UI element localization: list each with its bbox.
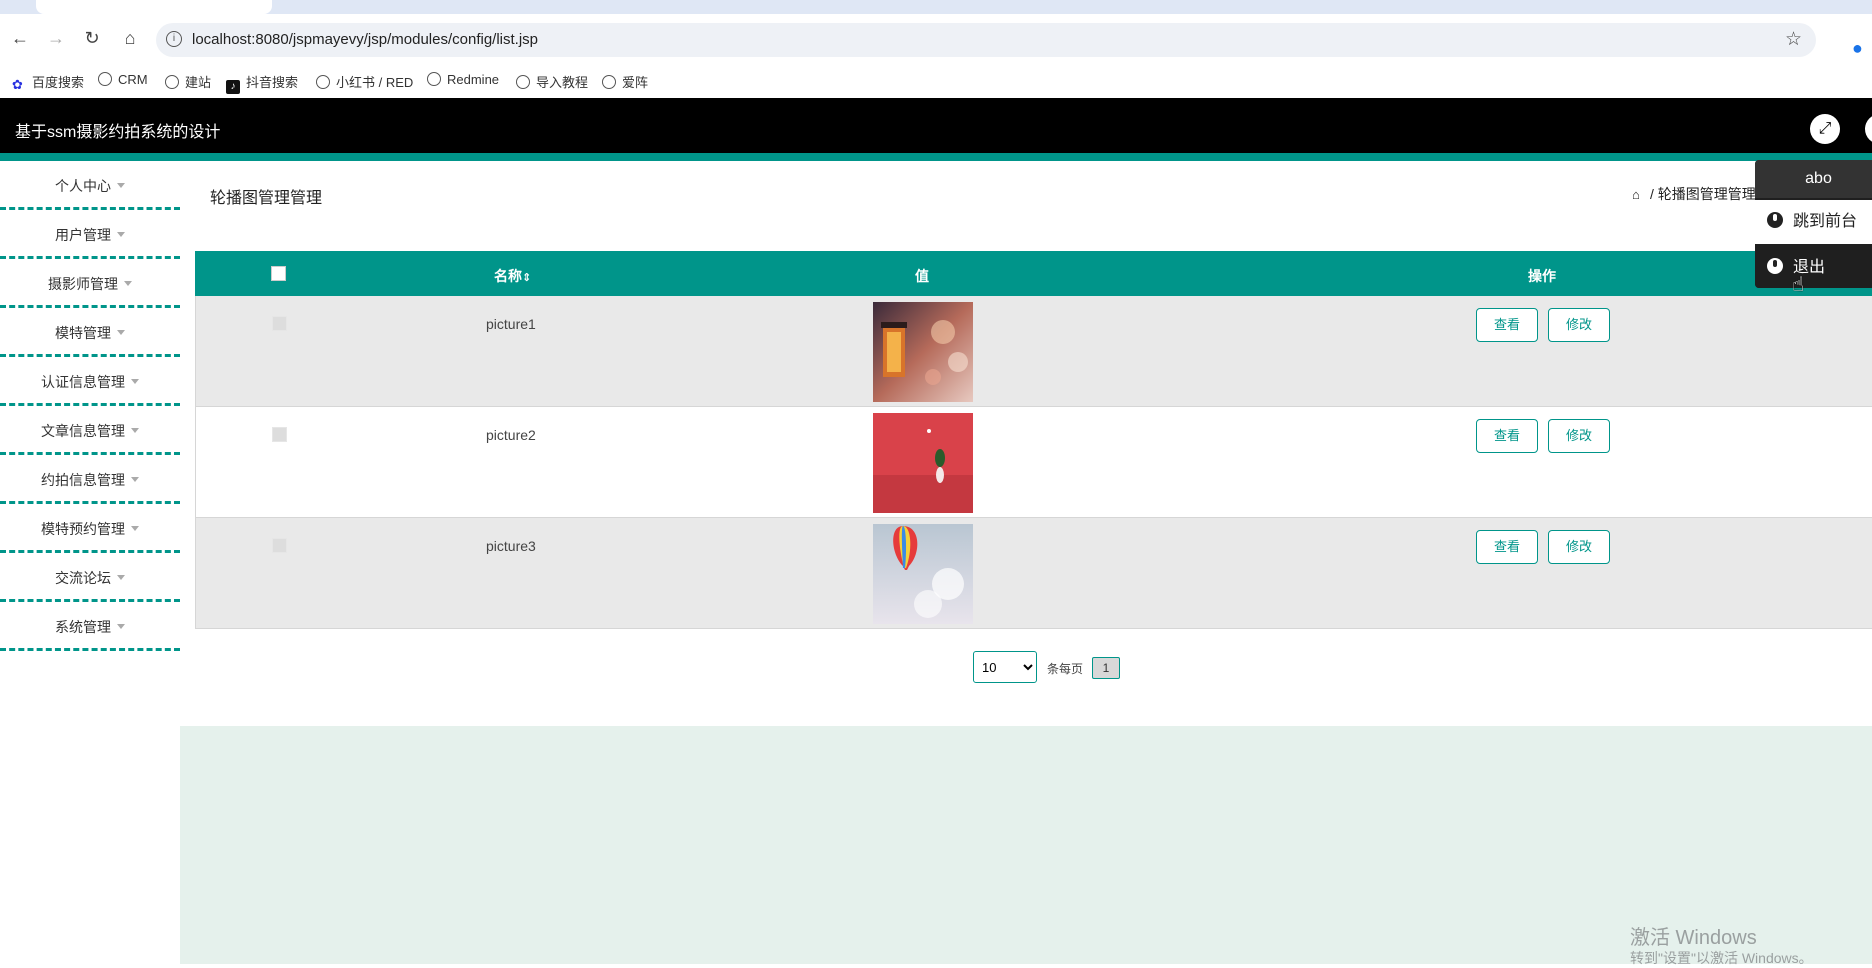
- caret-down-icon: [131, 477, 139, 482]
- bookmark-jianzhan[interactable]: 建站: [165, 72, 211, 91]
- sidebar-item-users[interactable]: 用户管理: [0, 210, 180, 259]
- globe-icon: [602, 75, 616, 89]
- row-checkbox[interactable]: [272, 538, 287, 553]
- bookmarks-bar: ✿ 百度搜索 CRM 建站 ♪ 抖音搜索 小红书 / RED Redmine 导入教…: [0, 66, 1872, 96]
- sidebar-item-personal[interactable]: 个人中心: [0, 161, 180, 210]
- per-page-label: 条每页: [1047, 662, 1084, 676]
- bookmark-douyin[interactable]: ♪ 抖音搜索: [226, 72, 298, 94]
- table-row: picture1 查看 修改: [195, 296, 1872, 407]
- hand-cursor-icon: ☝: [1792, 274, 1805, 296]
- windows-activation-watermark: 激活 Windows: [1630, 927, 1757, 949]
- browser-toolbar: ← → ↻ ⌂ i localhost:8080/jspmayevy/jsp/m…: [0, 14, 1872, 66]
- bookmark-crm[interactable]: CRM: [98, 72, 148, 87]
- edit-button[interactable]: 修改: [1548, 308, 1610, 342]
- globe-icon: [98, 72, 112, 86]
- footer-area: [180, 726, 1872, 964]
- windows-activation-hint: 转到"设置"以激活 Windows。: [1630, 950, 1813, 966]
- sidebar-item-articles[interactable]: 文章信息管理: [0, 406, 180, 455]
- thumbnail-balloon-image: [873, 524, 973, 624]
- reload-icon[interactable]: ↻: [80, 26, 104, 50]
- sidebar-item-models[interactable]: 模特管理: [0, 308, 180, 357]
- home-icon[interactable]: ⌂: [1632, 187, 1646, 202]
- page-size-select[interactable]: 10: [973, 651, 1037, 683]
- caret-down-icon: [117, 232, 125, 237]
- caret-down-icon: [131, 428, 139, 433]
- avatar[interactable]: [1865, 114, 1872, 144]
- app-title: 基于ssm摄影约拍系统的设计: [15, 124, 221, 141]
- header-accent-bar: [0, 153, 1872, 161]
- site-info-icon[interactable]: i: [166, 31, 182, 47]
- column-header-action: 操作: [1528, 268, 1556, 284]
- edit-button[interactable]: 修改: [1548, 530, 1610, 564]
- sidebar-item-shoots[interactable]: 约拍信息管理: [0, 455, 180, 504]
- address-bar[interactable]: i localhost:8080/jspmayevy/jsp/modules/c…: [156, 23, 1816, 57]
- power-icon: [1767, 212, 1783, 228]
- view-button[interactable]: 查看: [1476, 530, 1538, 564]
- browser-tab[interactable]: ×: [36, 0, 272, 14]
- sidebar-item-model-booking[interactable]: 模特预约管理: [0, 504, 180, 553]
- page-number-button[interactable]: 1: [1092, 657, 1120, 679]
- caret-down-icon: [117, 330, 125, 335]
- row-name: picture2: [486, 427, 536, 443]
- bookmark-aizhen[interactable]: 爱阵: [602, 72, 648, 91]
- edit-button[interactable]: 修改: [1548, 419, 1610, 453]
- bookmark-star-icon[interactable]: ☆: [1785, 28, 1802, 51]
- sidebar-item-certification[interactable]: 认证信息管理: [0, 357, 180, 406]
- globe-icon: [316, 75, 330, 89]
- globe-icon: [516, 75, 530, 89]
- back-icon[interactable]: ←: [8, 26, 32, 50]
- row-name: picture3: [486, 538, 536, 554]
- bookmark-xiaohongshu[interactable]: 小红书 / RED: [316, 72, 413, 91]
- view-button[interactable]: 查看: [1476, 419, 1538, 453]
- baidu-paw-icon: ✿: [12, 77, 23, 92]
- view-button[interactable]: 查看: [1476, 308, 1538, 342]
- thumbnail-lantern-image: [873, 302, 973, 402]
- url-text: localhost:8080/jspmayevy/jsp/modules/con…: [192, 31, 539, 48]
- table-row: picture3 查看 修改: [195, 518, 1872, 629]
- fullscreen-icon[interactable]: ⤢: [1810, 114, 1840, 144]
- caret-down-icon: [117, 575, 125, 580]
- app-header: 基于ssm摄影约拍系统的设计 ⤢: [0, 98, 1872, 153]
- power-icon: [1767, 258, 1783, 274]
- logout-menu-item[interactable]: 退出: [1755, 246, 1872, 288]
- column-header-name[interactable]: 名称⇕: [494, 266, 531, 286]
- breadcrumb: ⌂ / 轮播图管理管理: [1632, 186, 1756, 202]
- row-name: picture1: [486, 316, 536, 332]
- globe-icon: [427, 72, 441, 86]
- bookmark-baidu[interactable]: ✿ 百度搜索: [12, 72, 84, 92]
- go-to-frontend-menu-item[interactable]: 跳到前台: [1755, 200, 1872, 244]
- forward-icon[interactable]: →: [44, 26, 68, 50]
- tiktok-icon: ♪: [226, 80, 240, 94]
- globe-icon: [165, 75, 179, 89]
- bookmark-tutorial[interactable]: 导入教程: [516, 72, 588, 91]
- column-header-value: 值: [915, 268, 929, 284]
- row-checkbox[interactable]: [272, 427, 287, 442]
- caret-down-icon: [124, 281, 132, 286]
- caret-down-icon: [117, 624, 125, 629]
- sidebar-item-photographers[interactable]: 摄影师管理: [0, 259, 180, 308]
- sort-icon[interactable]: ⇕: [522, 272, 531, 284]
- row-checkbox[interactable]: [272, 316, 287, 331]
- select-all-checkbox[interactable]: [271, 266, 286, 281]
- caret-down-icon: [131, 379, 139, 384]
- sidebar-item-forum[interactable]: 交流论坛: [0, 553, 180, 602]
- user-dropdown-menu: abo 跳到前台 退出: [1755, 160, 1872, 288]
- bookmark-redmine[interactable]: Redmine: [427, 72, 499, 87]
- home-icon[interactable]: ⌂: [118, 26, 142, 50]
- sidebar-item-system[interactable]: 系统管理: [0, 602, 180, 651]
- sidebar: 个人中心 用户管理 摄影师管理 模特管理 认证信息管理 文章信息管理 约拍信息管…: [0, 161, 180, 651]
- table-header: 名称⇕ 值 操作: [195, 251, 1872, 296]
- browser-tabstrip: ×: [0, 0, 1872, 14]
- username-label: abo: [1755, 160, 1872, 198]
- table-row: picture2 查看 修改: [195, 407, 1872, 518]
- page-title: 轮播图管理管理: [210, 190, 323, 207]
- thumbnail-red-image: [873, 413, 973, 513]
- config-table: 名称⇕ 值 操作 picture1 查看 修改 picture2 查看 修改 p…: [195, 251, 1872, 629]
- caret-down-icon: [131, 526, 139, 531]
- profile-icon[interactable]: ●: [1852, 38, 1872, 58]
- caret-down-icon: [117, 183, 125, 188]
